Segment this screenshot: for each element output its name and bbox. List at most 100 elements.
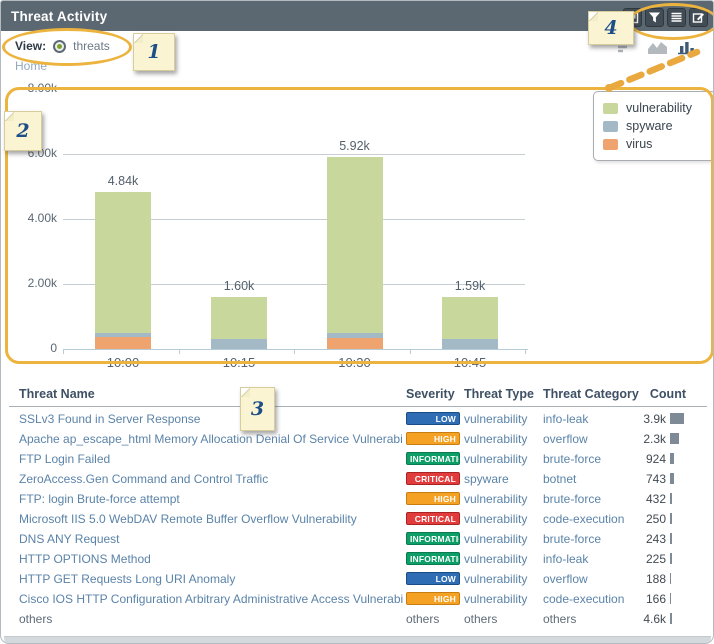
y-axis-tick-label: 0 bbox=[13, 341, 57, 355]
view-option-threats[interactable]: threats bbox=[73, 39, 110, 53]
radio-dot bbox=[57, 44, 62, 49]
count-bar bbox=[670, 473, 674, 484]
table-header-divider bbox=[9, 406, 707, 407]
severity-badge: INFORMATIONAL bbox=[406, 452, 460, 465]
count-cell bbox=[670, 489, 690, 509]
bar-segment-spyware[interactable] bbox=[95, 333, 151, 337]
threat-type-link[interactable]: vulnerability bbox=[464, 449, 540, 469]
bar-segment-vulnerability[interactable] bbox=[211, 297, 267, 339]
count-value: 4.6k bbox=[619, 609, 666, 629]
threat-name-link[interactable]: Microsoft IIS 5.0 WebDAV Remote Buffer O… bbox=[19, 509, 403, 529]
x-axis-tick bbox=[410, 350, 411, 354]
column-header-severity[interactable]: Severity bbox=[406, 384, 455, 404]
threat-type-link[interactable]: vulnerability bbox=[464, 549, 540, 569]
threat-name-link[interactable]: HTTP GET Requests Long URI Anomaly bbox=[19, 569, 403, 589]
filter-icon[interactable] bbox=[645, 8, 664, 27]
bar-segment-spyware[interactable] bbox=[211, 339, 267, 349]
threat-name-link[interactable]: Apache ap_escape_html Memory Allocation … bbox=[19, 429, 403, 449]
callout-number: 1 bbox=[147, 41, 160, 63]
bar-total-label: 5.92k bbox=[315, 139, 395, 153]
threat-type-link[interactable]: vulnerability bbox=[464, 569, 540, 589]
area-chart-icon[interactable] bbox=[647, 40, 668, 55]
threat-name-link[interactable]: Cisco IOS HTTP Configuration Arbitrary A… bbox=[19, 589, 403, 609]
legend-label: virus bbox=[626, 137, 652, 151]
severity-badge: LOW bbox=[406, 572, 460, 585]
severity-badge: LOW bbox=[406, 412, 460, 425]
bottom-scrollbar-track[interactable] bbox=[4, 636, 711, 644]
legend-item-vulnerability[interactable]: vulnerability bbox=[603, 99, 714, 117]
bar-segment-virus[interactable] bbox=[327, 338, 383, 349]
threats-radio[interactable] bbox=[53, 40, 66, 53]
count-cell bbox=[670, 549, 690, 569]
bar-segment-virus[interactable] bbox=[95, 337, 151, 349]
bar-segment-vulnerability[interactable] bbox=[327, 157, 383, 333]
severity-badge: HIGH bbox=[406, 432, 460, 445]
count-value: 166 bbox=[619, 589, 666, 609]
count-value: 743 bbox=[619, 469, 666, 489]
y-axis-tick-label: 8.00k bbox=[13, 81, 57, 95]
severity-cell: LOW bbox=[406, 409, 462, 429]
threat-activity-window: Threat Activity View: threats Home bbox=[0, 0, 714, 644]
count-bar bbox=[670, 453, 674, 464]
breadcrumb-home[interactable]: Home bbox=[15, 59, 47, 73]
threat-type-link[interactable]: spyware bbox=[464, 469, 540, 489]
threat-name-link[interactable]: FTP Login Failed bbox=[19, 449, 403, 469]
threat-type-link[interactable]: vulnerability bbox=[464, 429, 540, 449]
callout-note-1: 1 bbox=[133, 33, 175, 71]
threat-type-link[interactable]: vulnerability bbox=[464, 589, 540, 609]
bar-segment-vulnerability[interactable] bbox=[442, 297, 498, 339]
y-axis-tick-label: 4.00k bbox=[13, 211, 57, 225]
bar-segment-spyware[interactable] bbox=[442, 339, 498, 349]
legend-list-icon[interactable] bbox=[667, 8, 686, 27]
column-header-threat-name[interactable]: Threat Name bbox=[19, 384, 95, 404]
threat-name-link[interactable]: HTTP OPTIONS Method bbox=[19, 549, 403, 569]
count-value: 432 bbox=[619, 489, 666, 509]
legend-label: vulnerability bbox=[626, 101, 692, 115]
threat-type-link[interactable]: vulnerability bbox=[464, 409, 540, 429]
column-header-threat-category[interactable]: Threat Category bbox=[543, 384, 639, 404]
severity-cell: HIGH bbox=[406, 429, 462, 449]
count-value: 243 bbox=[619, 529, 666, 549]
bar-total-label: 4.84k bbox=[83, 174, 163, 188]
legend-swatch bbox=[603, 121, 618, 132]
legend-item-virus[interactable]: virus bbox=[603, 135, 714, 153]
count-cell bbox=[670, 589, 690, 609]
x-axis-category-label: 10:30 bbox=[315, 355, 395, 370]
count-cell bbox=[670, 409, 690, 429]
severity-badge: INFORMATIONAL bbox=[406, 532, 460, 545]
bar-total-label: 1.59k bbox=[430, 279, 510, 293]
threat-name-link[interactable]: DNS ANY Request bbox=[19, 529, 403, 549]
severity-cell: HIGH bbox=[406, 489, 462, 509]
callout-number: 2 bbox=[16, 120, 29, 142]
column-header-count[interactable]: Count bbox=[641, 384, 686, 404]
edit-report-icon[interactable] bbox=[689, 8, 708, 27]
y-axis-tick-label: 2.00k bbox=[13, 276, 57, 290]
x-axis-category-label: 10:45 bbox=[430, 355, 510, 370]
column-chart-icon[interactable] bbox=[677, 40, 698, 55]
column-header-threat-type[interactable]: Threat Type bbox=[464, 384, 534, 404]
severity-cell: CRITICAL bbox=[406, 509, 462, 529]
gridline bbox=[63, 89, 525, 90]
threat-name-link[interactable]: FTP: login Brute-force attempt bbox=[19, 489, 403, 509]
bar-segment-vulnerability[interactable] bbox=[95, 192, 151, 333]
count-cell bbox=[670, 509, 690, 529]
count-cell bbox=[670, 429, 690, 449]
severity-cell: INFORMATIONAL bbox=[406, 529, 462, 549]
threat-name-link[interactable]: SSLv3 Found in Server Response bbox=[19, 409, 403, 429]
legend-label: spyware bbox=[626, 119, 673, 133]
legend-item-spyware[interactable]: spyware bbox=[603, 117, 714, 135]
bar-total-label: 1.60k bbox=[199, 279, 279, 293]
bar-segment-spyware[interactable] bbox=[327, 333, 383, 338]
threat-type-link[interactable]: vulnerability bbox=[464, 489, 540, 509]
threat-type-link[interactable]: vulnerability bbox=[464, 529, 540, 549]
threat-type-link[interactable]: vulnerability bbox=[464, 509, 540, 529]
threat-name-link[interactable]: ZeroAccess.Gen Command and Control Traff… bbox=[19, 469, 403, 489]
callout-note-2: 2 bbox=[4, 111, 42, 151]
view-label: View: bbox=[15, 39, 46, 53]
count-bar bbox=[670, 573, 671, 584]
x-axis-category-label: 10:00 bbox=[83, 355, 163, 370]
count-bar bbox=[670, 433, 679, 444]
severity-cell: LOW bbox=[406, 569, 462, 589]
severity-cell: HIGH bbox=[406, 589, 462, 609]
page-title: Threat Activity bbox=[1, 9, 107, 24]
